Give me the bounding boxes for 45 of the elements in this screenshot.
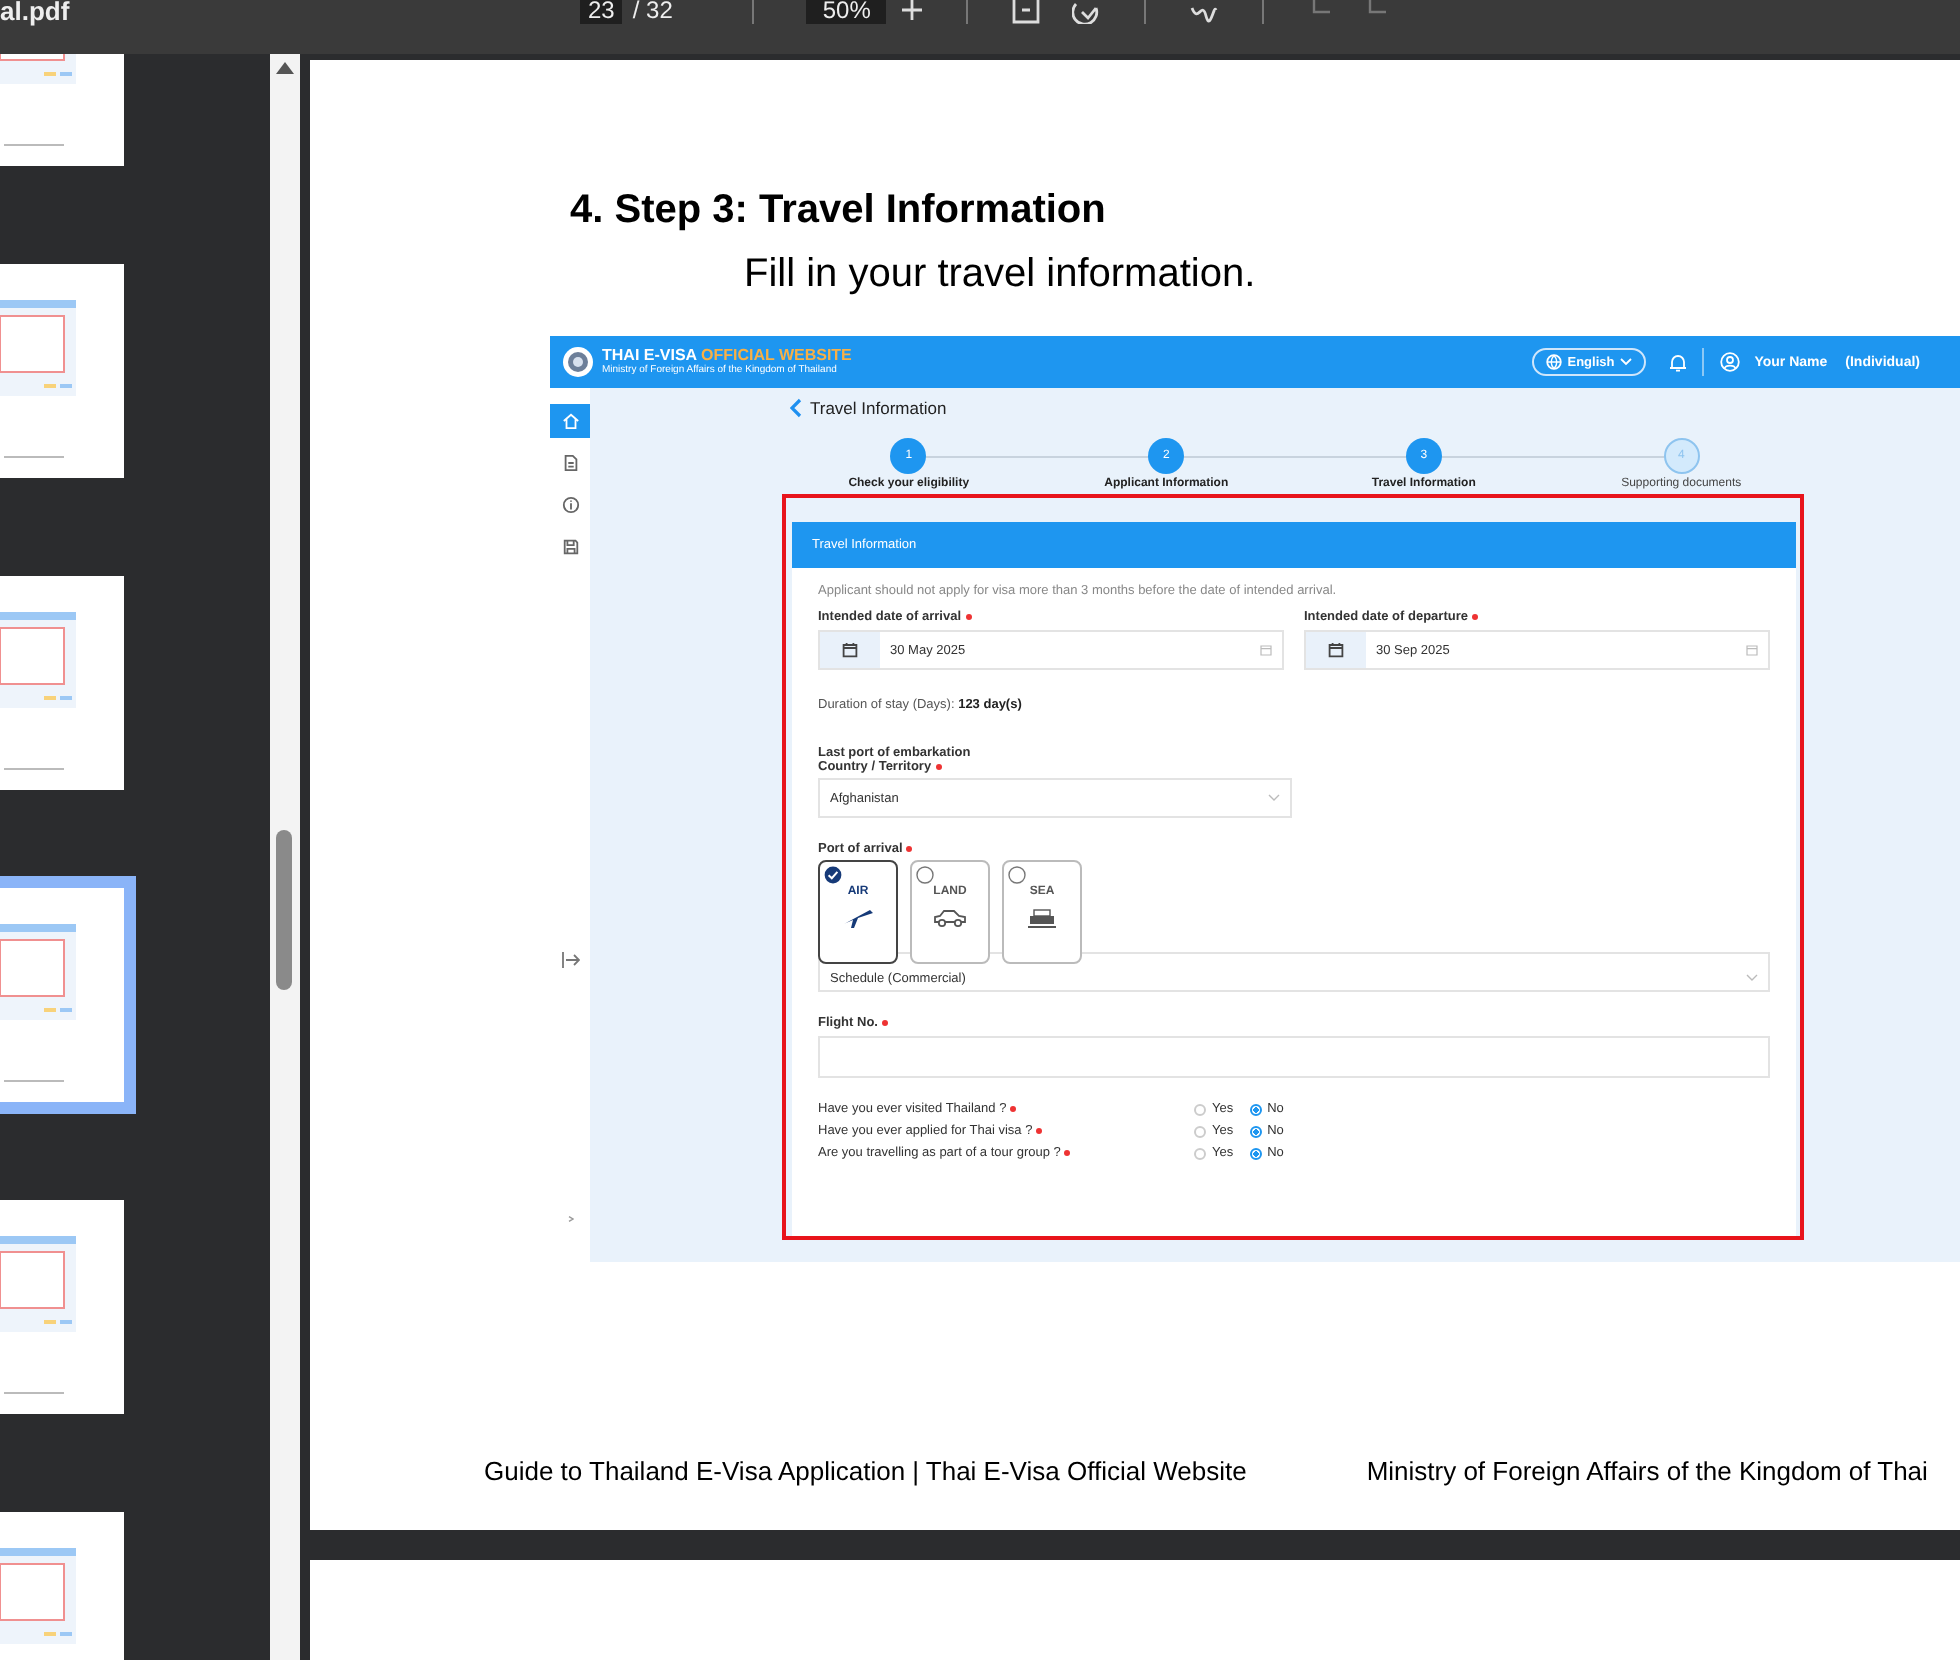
site-title: THAI E-VISA OFFICIAL WEBSITE <box>602 346 852 364</box>
save-icon[interactable] <box>1012 0 1041 24</box>
emblem-icon <box>562 346 594 378</box>
scrollbar[interactable] <box>270 54 300 1660</box>
radio-circle-icon <box>916 866 934 884</box>
rotate-icon[interactable] <box>1072 0 1101 24</box>
back-icon[interactable] <box>790 398 802 418</box>
radio-button[interactable] <box>1194 1103 1206 1115</box>
info-icon <box>561 496 579 514</box>
save-icon <box>561 538 579 556</box>
car-icon <box>932 906 968 930</box>
footer-text: Ministry of Foreign Affairs of the Kingdom of Thai <box>1366 1456 1928 1486</box>
user-icon[interactable] <box>1720 352 1741 372</box>
expand-sidebar-icon[interactable] <box>561 952 579 968</box>
footer-text: Guide to Thailand E-Visa Application | Thai E-Visa Official Website <box>484 1456 1247 1486</box>
radio-button[interactable] <box>1194 1125 1206 1137</box>
page-total: / 32 <box>632 0 675 24</box>
section-heading: 4. Step 3: Travel Information <box>570 186 1108 234</box>
page-number-field[interactable]: 23 <box>580 0 623 24</box>
document-icon <box>561 454 579 472</box>
checkmark-icon <box>824 866 842 884</box>
intro-text: Fill in your travel information. <box>744 250 1258 298</box>
bell-icon[interactable] <box>1670 353 1687 371</box>
home-nav-button[interactable] <box>550 404 590 438</box>
zoom-in-icon[interactable] <box>902 0 923 20</box>
zoom-field[interactable]: 50% <box>806 0 887 24</box>
radio-button[interactable] <box>1249 1147 1262 1159</box>
scrollbar-thumb[interactable] <box>276 830 292 990</box>
home-icon <box>561 412 579 430</box>
page-title: Travel Information <box>810 398 947 418</box>
calendar-icon[interactable] <box>842 642 858 658</box>
radio-circle-icon <box>1008 866 1026 884</box>
chevron-down-icon <box>1268 794 1280 802</box>
chevron-icon[interactable] <box>567 1216 573 1222</box>
file-name: al.pdf <box>0 0 72 26</box>
globe-icon <box>1545 354 1562 370</box>
calendar-icon[interactable] <box>1328 642 1344 658</box>
radio-button[interactable] <box>1249 1103 1262 1115</box>
scroll-up-icon[interactable] <box>276 62 294 74</box>
chevron-down-icon <box>1746 974 1758 982</box>
caret-icon <box>1620 358 1633 366</box>
flight-number-field[interactable] <box>818 1036 1770 1078</box>
radio-button[interactable] <box>1249 1125 1262 1137</box>
ship-icon <box>1024 906 1060 930</box>
radio-button[interactable] <box>1194 1147 1206 1159</box>
